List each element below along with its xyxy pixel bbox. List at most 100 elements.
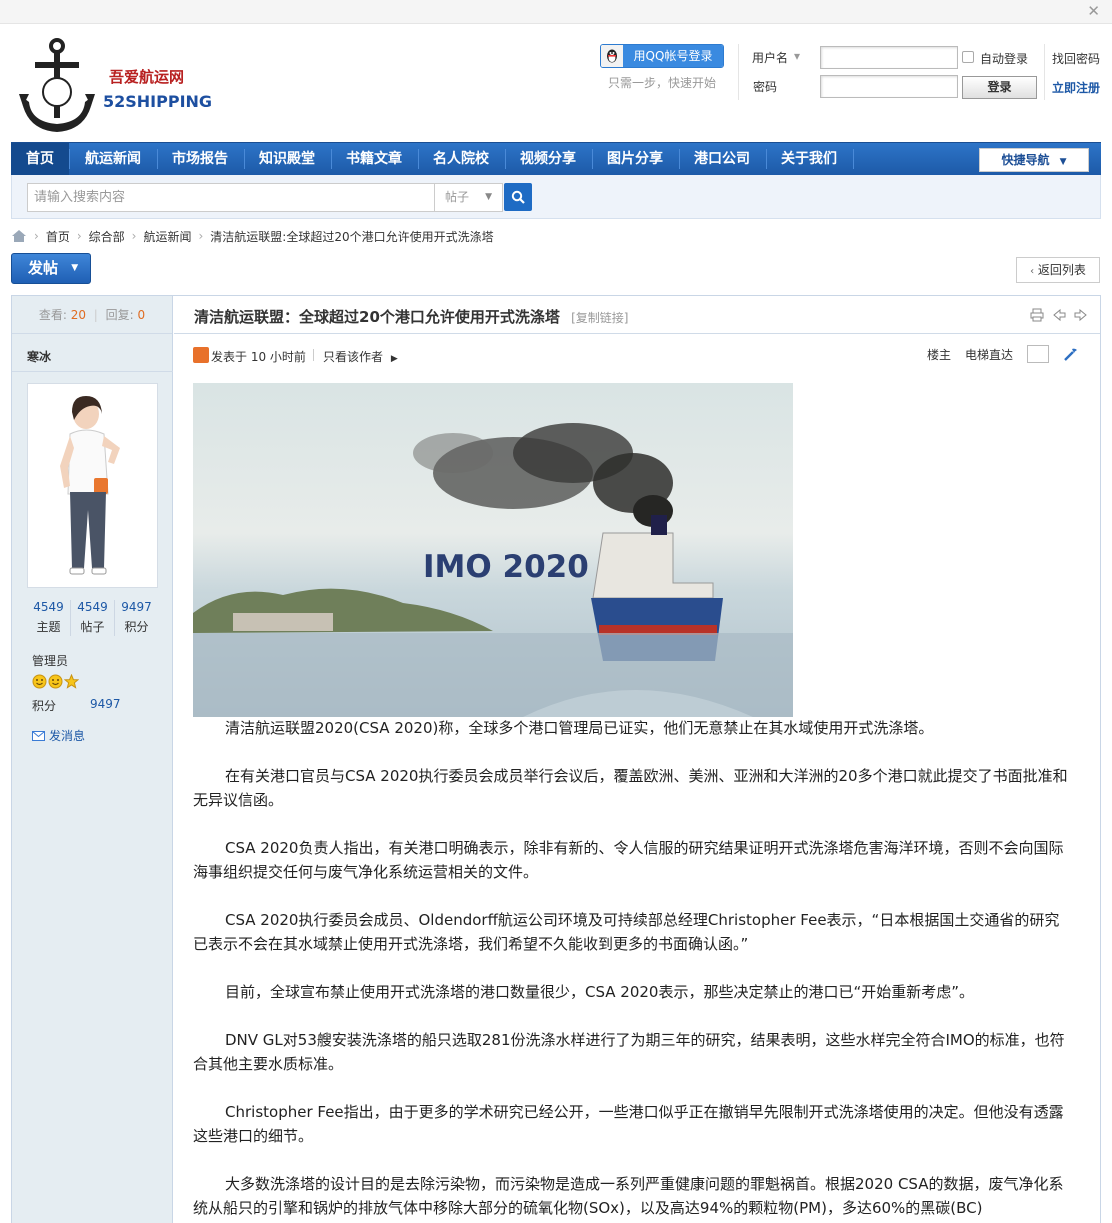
credit-label: 积分 [32, 699, 57, 713]
post-meta: 发表于 10 小时前 只看该作者 ▶ 楼主 电梯直达 [193, 345, 1079, 365]
qq-penguin-icon [601, 45, 623, 67]
floor-owner-label: 楼主 [926, 347, 951, 362]
forgot-password-link[interactable]: 找回密码 [1052, 50, 1100, 67]
username-type-chevron-icon[interactable]: ▾ [794, 49, 800, 63]
close-icon[interactable]: ✕ [1087, 4, 1100, 19]
nav-item-celebrities[interactable]: 名人院校 [418, 143, 504, 175]
stat-threads-label: 主题 [36, 620, 61, 634]
credit-value: 9497 [90, 697, 121, 711]
thread-stats: 查看: 20 | 回复: 0 [12, 296, 172, 334]
author-name[interactable]: 寒冰 [27, 348, 51, 365]
new-post-label: 发帖 [28, 259, 59, 277]
article-paragraph: DNV GL对53艘安装洗涤塔的船只选取281份洗涤水样进行了为期三年的研究，结… [193, 1031, 1065, 1073]
article-paragraph: 目前，全球宣布禁止使用开式洗涤塔的港口数量很少，CSA 2020表示，那些决定禁… [225, 983, 975, 1001]
login-button[interactable]: 登录 [962, 76, 1037, 99]
site-logo[interactable]: 吾爱航运网 52SHIPPING [11, 34, 213, 138]
breadcrumb-separator: › [131, 229, 137, 243]
brand-name-cn: 吾爱航运网 [109, 68, 185, 86]
post-title: 清洁航运联盟：全球超过20个港口允许使用开式洗涤塔 [复制链接] [194, 306, 629, 327]
stat-posts[interactable]: 4549 帖子 [71, 600, 115, 636]
breadcrumb-home[interactable]: 首页 [46, 228, 70, 245]
stat-threads[interactable]: 4549 主题 [27, 600, 71, 636]
breadcrumb: › 首页 › 综合部 › 航运新闻 › 清洁航运联盟:全球超过20个港口允许使用… [11, 226, 494, 246]
breadcrumb-current-thread[interactable]: 清洁航运联盟:全球超过20个港口允许使用开式洗涤塔 [210, 228, 493, 245]
stat-posts-label: 帖子 [80, 620, 105, 634]
password-input[interactable] [820, 75, 958, 98]
username-input[interactable] [820, 46, 958, 69]
auto-login-checkbox[interactable] [962, 51, 974, 63]
next-thread-icon[interactable] [1074, 308, 1088, 322]
send-message-link[interactable]: 发消息 [32, 727, 85, 744]
home-icon[interactable] [11, 229, 27, 243]
views-count: 20 [70, 308, 86, 322]
article-paragraph: 清洁航运联盟2020(CSA 2020)称，全球多个港口管理局已证实，他们无意禁… [225, 719, 934, 737]
search-input[interactable]: 请输入搜索内容 [27, 183, 435, 212]
nav-item-shipping-news[interactable]: 航运新闻 [71, 143, 155, 175]
author-sidebar: 查看: 20 | 回复: 0 寒冰 4549 主题 4549 帖子 9497 积… [12, 296, 173, 1223]
nav-item-pictures[interactable]: 图片分享 [592, 143, 678, 175]
search-type-select[interactable]: 帖子 ▼ [435, 183, 503, 212]
credit-row: 积分 9497 [32, 697, 121, 714]
back-to-list-label: 返回列表 [1037, 263, 1086, 277]
author-stats: 4549 主题 4549 帖子 9497 积分 [27, 600, 158, 636]
search-icon [511, 190, 525, 204]
nav-divider [69, 149, 70, 169]
star-icon [64, 674, 79, 689]
breadcrumb-separator: › [76, 229, 82, 243]
article-body: 清洁航运联盟2020(CSA 2020)称，全球多个港口管理局已证实，他们无意禁… [193, 716, 1073, 1223]
nav-item-videos[interactable]: 视频分享 [505, 143, 591, 175]
article-paragraph: 大多数洗涤塔的设计目的是去除污染物，而污染物是造成一系列严重健康问题的罪魁祸首。… [193, 1175, 1064, 1217]
nav-item-about[interactable]: 关于我们 [766, 143, 852, 175]
floor-number-input[interactable] [1027, 345, 1049, 363]
anchor-icon [19, 38, 95, 132]
nav-item-ports[interactable]: 港口公司 [679, 143, 765, 175]
print-icon[interactable] [1030, 308, 1044, 322]
stat-threads-value: 4549 [33, 600, 64, 614]
post-header: 清洁航运联盟：全球超过20个港口允许使用开式洗涤塔 [复制链接] [174, 296, 1100, 334]
divider [1044, 44, 1045, 100]
nav-item-home[interactable]: 首页 [11, 143, 69, 175]
qq-login-button[interactable]: 用QQ帐号登录 [600, 44, 724, 68]
nav-item-market-report[interactable]: 市场报告 [157, 143, 243, 175]
breadcrumb-forum-section[interactable]: 综合部 [89, 228, 125, 245]
password-label: 密码 [753, 80, 778, 94]
only-author-link[interactable]: 只看该作者 ▶ [323, 348, 398, 365]
breadcrumb-separator: › [34, 229, 39, 243]
stat-credits[interactable]: 9497 积分 [115, 600, 158, 636]
username-label: 用户名 [752, 51, 789, 65]
search-button[interactable] [504, 183, 532, 211]
article-paragraph: 在有关港口官员与CSA 2020执行委员会成员举行会议后，覆盖欧洲、美洲、亚洲和… [193, 767, 1068, 809]
avatar-girl-illustration [60, 396, 120, 575]
chevron-left-icon: ‹ [1030, 266, 1035, 277]
smiley-icon [32, 674, 47, 689]
brand-name-en: 52SHIPPING [103, 92, 213, 111]
play-arrow-icon: ▶ [390, 354, 398, 364]
replies-label: 回复: [105, 308, 134, 322]
copy-link-button[interactable]: [复制链接] [571, 311, 628, 325]
user-role[interactable]: 管理员 [32, 652, 68, 669]
stat-posts-value: 4549 [77, 600, 108, 614]
breadcrumb-shipping-news[interactable]: 航运新闻 [143, 228, 191, 245]
divider [738, 44, 739, 100]
hero-caption: IMO 2020 [423, 549, 589, 585]
back-to-list-button[interactable]: ‹ 返回列表 [1016, 257, 1100, 283]
elevator-go-icon[interactable] [1063, 346, 1079, 362]
top-bar: ✕ [0, 0, 1112, 24]
article-paragraph: CSA 2020负责人指出，有关港口明确表示，除非有新的、令人信服的研究结果证明… [193, 839, 1064, 881]
article-paragraph: Christopher Fee指出，由于更多的学术研究已经公开，一些港口似乎正在… [193, 1103, 1064, 1145]
new-post-button[interactable]: 发帖 ▼ [11, 253, 91, 284]
previous-thread-icon[interactable] [1052, 308, 1066, 322]
send-message-label: 发消息 [49, 729, 86, 743]
avatar[interactable] [27, 383, 158, 588]
post-title-text: 清洁航运联盟：全球超过20个港口允许使用开式洗涤塔 [194, 308, 560, 326]
nav-item-books[interactable]: 书籍文章 [331, 143, 417, 175]
qq-login-hint: 只需一步，快速开始 [608, 76, 717, 90]
search-bar: 请输入搜索内容 帖子 ▼ [11, 175, 1101, 219]
chevron-down-icon: ▼ [485, 192, 492, 202]
nav-item-knowledge[interactable]: 知识殿堂 [244, 143, 330, 175]
register-link[interactable]: 立即注册 [1052, 79, 1100, 96]
nav-divider [853, 149, 854, 169]
article-image: IMO 2020 [193, 383, 793, 717]
stats-divider: | [93, 308, 98, 322]
quick-nav-button[interactable]: 快捷导航 ▼ [979, 148, 1089, 172]
